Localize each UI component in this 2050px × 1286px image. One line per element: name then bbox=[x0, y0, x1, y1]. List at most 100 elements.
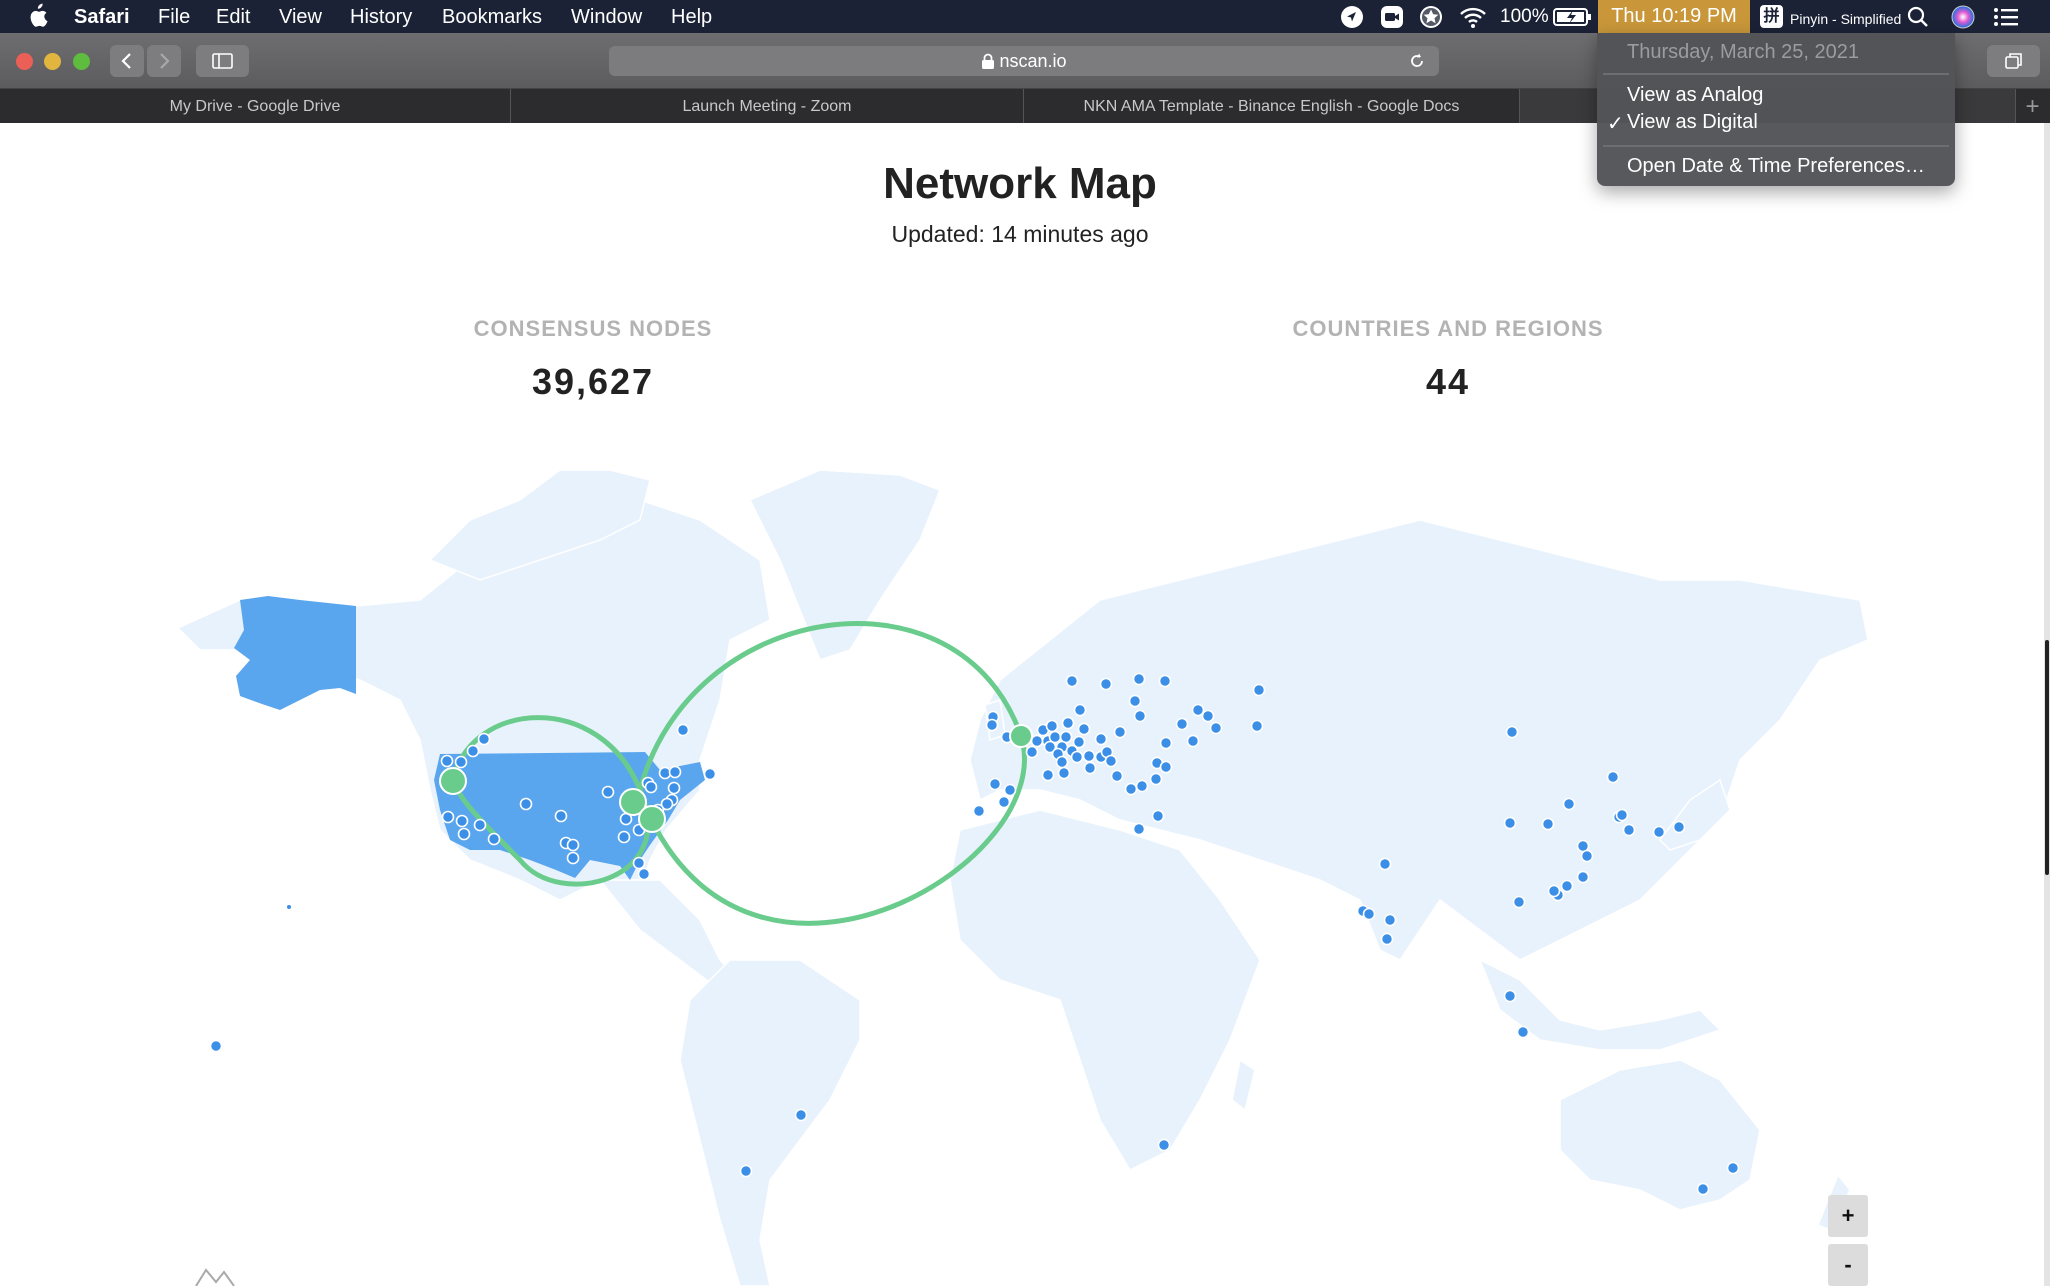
node-dot[interactable] bbox=[1133, 709, 1147, 723]
hub-node[interactable] bbox=[1009, 724, 1033, 748]
menu-item-open-date-time-preferences[interactable]: Open Date & Time Preferences… bbox=[1627, 155, 1925, 178]
location-icon[interactable] bbox=[1340, 5, 1364, 29]
node-dot[interactable] bbox=[1383, 913, 1397, 927]
minimize-window-button[interactable] bbox=[44, 53, 61, 70]
node-dot[interactable] bbox=[1104, 754, 1118, 768]
node-dot[interactable] bbox=[487, 832, 501, 846]
notification-center-icon[interactable] bbox=[1992, 5, 2020, 29]
reload-icon[interactable] bbox=[1407, 51, 1427, 71]
close-window-button[interactable] bbox=[16, 53, 33, 70]
scrollbar-thumb[interactable] bbox=[2045, 640, 2049, 875]
node-dot[interactable] bbox=[1082, 749, 1096, 763]
node-dot[interactable] bbox=[1159, 760, 1173, 774]
node-dot[interactable] bbox=[1065, 674, 1079, 688]
node-dot[interactable] bbox=[739, 1164, 753, 1178]
node-dot[interactable] bbox=[1135, 779, 1149, 793]
apple-menu-icon[interactable] bbox=[26, 3, 48, 29]
node-dot[interactable] bbox=[1696, 1182, 1710, 1196]
node-dot[interactable] bbox=[1209, 721, 1223, 735]
menu-window[interactable]: Window bbox=[571, 5, 642, 29]
node-dot[interactable] bbox=[1083, 761, 1097, 775]
node-dot[interactable] bbox=[566, 838, 580, 852]
node-dot[interactable] bbox=[1132, 822, 1146, 836]
node-dot[interactable] bbox=[1615, 808, 1629, 822]
forward-button[interactable] bbox=[147, 45, 181, 77]
tab-google-drive[interactable]: My Drive - Google Drive bbox=[0, 89, 511, 124]
node-dot[interactable] bbox=[554, 809, 568, 823]
node-dot[interactable] bbox=[1362, 907, 1376, 921]
node-dot[interactable] bbox=[1045, 719, 1059, 733]
node-dot[interactable] bbox=[997, 795, 1011, 809]
node-dot[interactable] bbox=[1128, 694, 1142, 708]
node-dot[interactable] bbox=[1726, 1161, 1740, 1175]
node-dot[interactable] bbox=[644, 780, 658, 794]
sidebar-toggle-button[interactable] bbox=[196, 45, 249, 77]
node-dot[interactable] bbox=[637, 867, 651, 881]
tab-zoom-meeting[interactable]: Launch Meeting - Zoom bbox=[511, 89, 1024, 124]
node-dot[interactable] bbox=[1003, 783, 1017, 797]
menu-bookmarks[interactable]: Bookmarks bbox=[442, 5, 542, 29]
node-dot[interactable] bbox=[1157, 1138, 1171, 1152]
node-dot[interactable] bbox=[519, 797, 533, 811]
node-dot[interactable] bbox=[676, 723, 690, 737]
input-method-label[interactable]: Pinyin - Simplified bbox=[1790, 7, 1901, 31]
node-dot[interactable] bbox=[1378, 857, 1392, 871]
network-map[interactable] bbox=[0, 123, 2044, 1286]
spotlight-search-icon[interactable] bbox=[1906, 5, 1930, 29]
zoom-window-button[interactable] bbox=[73, 53, 90, 70]
zoom-video-icon[interactable] bbox=[1380, 5, 1404, 29]
node-dot[interactable] bbox=[1672, 820, 1686, 834]
node-dot[interactable] bbox=[1505, 725, 1519, 739]
node-dot[interactable] bbox=[466, 744, 480, 758]
node-dot[interactable] bbox=[1030, 734, 1044, 748]
input-method-icon[interactable]: 拼 bbox=[1760, 5, 1783, 28]
node-dot[interactable] bbox=[1124, 782, 1138, 796]
node-dot[interactable] bbox=[1110, 769, 1124, 783]
node-dot[interactable] bbox=[667, 781, 681, 795]
node-dot[interactable] bbox=[566, 851, 580, 865]
node-dot[interactable] bbox=[1512, 895, 1526, 909]
node-dot[interactable] bbox=[1380, 932, 1394, 946]
node-dot[interactable] bbox=[1132, 672, 1146, 686]
battery-charging-icon[interactable] bbox=[1553, 5, 1593, 29]
node-dot[interactable] bbox=[440, 754, 454, 768]
node-dot[interactable] bbox=[457, 827, 471, 841]
node-dot[interactable] bbox=[473, 818, 487, 832]
node-dot[interactable] bbox=[1250, 719, 1264, 733]
new-tab-button[interactable]: + bbox=[2015, 89, 2050, 124]
tab-overview-button[interactable] bbox=[1987, 45, 2040, 77]
node-dot[interactable] bbox=[209, 1039, 223, 1053]
node-dot[interactable] bbox=[1077, 722, 1091, 736]
menu-view[interactable]: View bbox=[279, 5, 322, 29]
star-badge-icon[interactable] bbox=[1419, 5, 1443, 29]
map-zoom-in-button[interactable]: + bbox=[1828, 1195, 1868, 1237]
node-dot[interactable] bbox=[1503, 989, 1517, 1003]
node-dot[interactable] bbox=[1061, 716, 1075, 730]
node-dot[interactable] bbox=[1541, 817, 1555, 831]
menu-file[interactable]: File bbox=[158, 5, 190, 29]
node-dot[interactable] bbox=[1158, 674, 1172, 688]
menu-history[interactable]: History bbox=[350, 5, 412, 29]
node-dot[interactable] bbox=[1055, 755, 1069, 769]
menu-help[interactable]: Help bbox=[671, 5, 712, 29]
node-dot[interactable] bbox=[1094, 732, 1108, 746]
node-dot[interactable] bbox=[1252, 683, 1266, 697]
node-dot[interactable] bbox=[455, 814, 469, 828]
node-dot[interactable] bbox=[1175, 717, 1189, 731]
node-dot[interactable] bbox=[1113, 725, 1127, 739]
node-dot[interactable] bbox=[1070, 750, 1084, 764]
siri-icon[interactable] bbox=[1951, 5, 1975, 29]
node-dot[interactable] bbox=[1580, 849, 1594, 863]
back-button[interactable] bbox=[110, 45, 144, 77]
menu-item-view-as-digital[interactable]: View as Digital bbox=[1627, 111, 1758, 134]
menu-edit[interactable]: Edit bbox=[216, 5, 250, 29]
node-dot[interactable] bbox=[1057, 766, 1071, 780]
node-dot[interactable] bbox=[632, 856, 646, 870]
clock-menu-extra[interactable]: Thu 10:19 PM bbox=[1598, 0, 1750, 33]
node-dot[interactable] bbox=[1201, 709, 1215, 723]
node-dot[interactable] bbox=[1041, 768, 1055, 782]
node-dot[interactable] bbox=[985, 718, 999, 732]
node-dot[interactable] bbox=[287, 905, 291, 909]
node-dot[interactable] bbox=[1652, 825, 1666, 839]
address-bar[interactable]: nscan.io bbox=[609, 46, 1439, 76]
